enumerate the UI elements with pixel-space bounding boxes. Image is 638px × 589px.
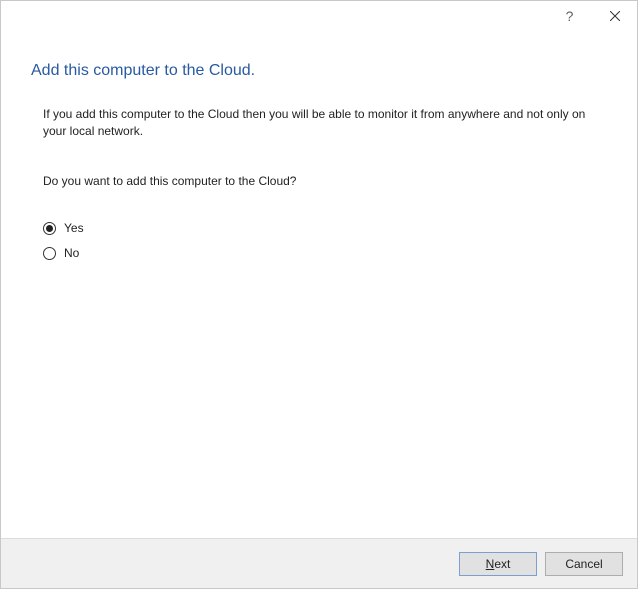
radio-option-yes[interactable]: Yes bbox=[43, 220, 597, 237]
radio-group-add-to-cloud: Yes No bbox=[43, 220, 597, 262]
radio-icon bbox=[43, 247, 56, 260]
close-icon bbox=[610, 11, 620, 21]
footer: Next Cancel bbox=[1, 538, 637, 588]
radio-label-no: No bbox=[64, 245, 79, 262]
radio-option-no[interactable]: No bbox=[43, 245, 597, 262]
help-button[interactable]: ? bbox=[547, 1, 592, 31]
close-button[interactable] bbox=[592, 1, 637, 31]
page-title: Add this computer to the Cloud. bbox=[31, 62, 607, 80]
description-text: If you add this computer to the Cloud th… bbox=[43, 106, 597, 141]
radio-icon bbox=[43, 222, 56, 235]
titlebar: ? bbox=[1, 1, 637, 34]
content-area: Add this computer to the Cloud. If you a… bbox=[1, 34, 637, 538]
body: If you add this computer to the Cloud th… bbox=[31, 106, 607, 262]
radio-label-yes: Yes bbox=[64, 220, 84, 237]
cancel-button[interactable]: Cancel bbox=[545, 552, 623, 576]
next-button[interactable]: Next bbox=[459, 552, 537, 576]
wizard-dialog: ? Add this computer to the Cloud. If you… bbox=[0, 0, 638, 589]
question-text: Do you want to add this computer to the … bbox=[43, 173, 597, 190]
